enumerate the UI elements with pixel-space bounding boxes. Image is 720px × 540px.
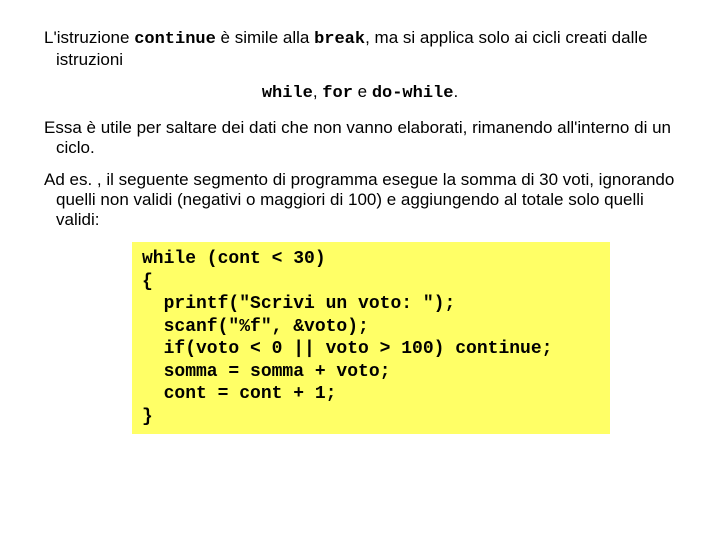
paragraph-3: Ad es. , il seguente segmento di program… [44,170,676,230]
text: è simile alla [216,28,314,47]
keyword-break: break [314,30,365,49]
paragraph-1: L'istruzione continue è simile alla brea… [44,28,676,70]
paragraph-2: Essa è utile per saltare dei dati che no… [44,118,676,158]
text: . [453,82,458,101]
code-block: while (cont < 30) { printf("Scrivi un vo… [132,242,610,434]
keyword-while: while [262,84,313,103]
keyword-do-while: do-while [372,84,454,103]
text: e [353,82,372,101]
slide-body: L'istruzione continue è simile alla brea… [0,0,720,434]
text: L'istruzione [44,28,134,47]
keyword-line: while, for e do-while. [44,82,676,104]
keyword-continue: continue [134,30,216,49]
text: , [313,82,322,101]
keyword-for: for [322,84,353,103]
